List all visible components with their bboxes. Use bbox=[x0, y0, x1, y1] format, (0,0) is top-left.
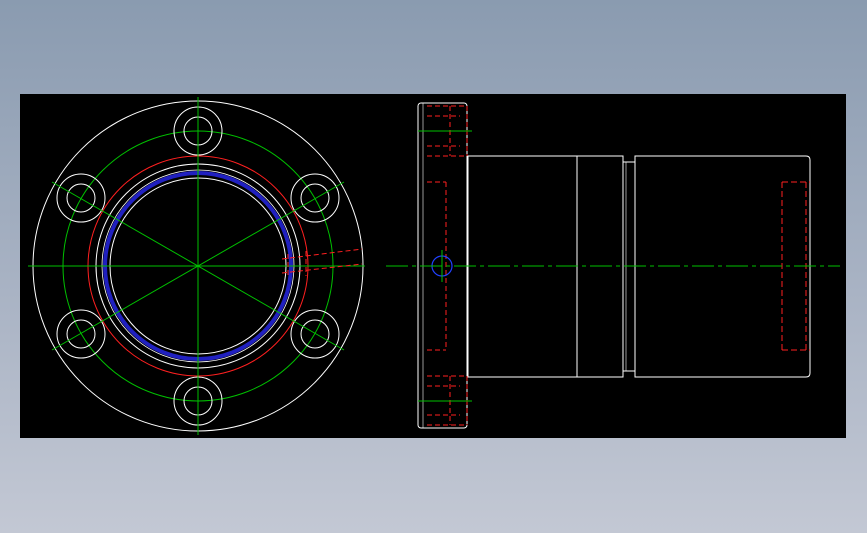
cad-drawing[interactable] bbox=[20, 94, 846, 438]
front-centerlines bbox=[28, 97, 365, 435]
side-centerlines bbox=[386, 130, 840, 402]
side-view bbox=[386, 102, 840, 429]
cad-viewport[interactable] bbox=[20, 94, 846, 438]
front-view bbox=[28, 97, 365, 435]
